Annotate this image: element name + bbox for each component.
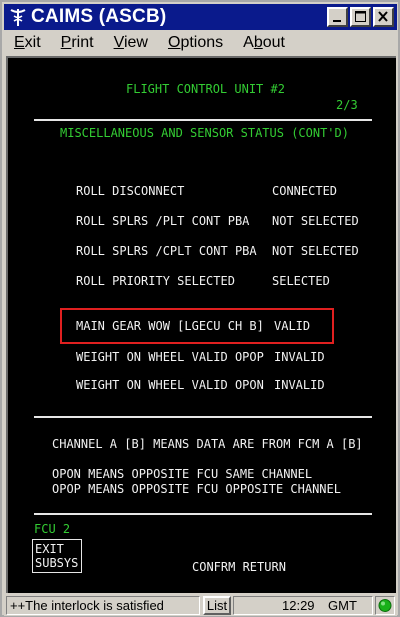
minimize-button[interactable] <box>327 7 348 27</box>
clock-timezone: GMT <box>328 598 357 613</box>
exit-subsys-button[interactable]: EXIT SUBSYS <box>32 539 82 573</box>
row-label: ROLL SPLRS /PLT CONT PBA <box>76 214 250 228</box>
clock-panel: 12:29 GMT <box>233 596 373 615</box>
caduceus-icon <box>7 6 29 28</box>
row-label: ROLL PRIORITY SELECTED <box>76 274 235 288</box>
window-title: CAIMS (ASCB) <box>31 6 167 27</box>
title-bar: CAIMS (ASCB) <box>4 4 397 30</box>
row-value: NOT SELECTED <box>272 214 359 228</box>
menu-bar: Exit Print View Options About <box>4 30 397 56</box>
maximize-button[interactable] <box>350 7 371 27</box>
row-value: INVALID <box>274 378 325 392</box>
display-screen: FLIGHT CONTROL UNIT #2 2/3 MISCELLANEOUS… <box>6 56 396 593</box>
menu-exit[interactable]: Exit <box>14 34 41 52</box>
fcu-label: FCU 2 <box>34 522 71 536</box>
row-label: ROLL DISCONNECT <box>76 184 185 198</box>
row-label: WEIGHT ON WHEEL VALID OPOP <box>76 350 264 364</box>
row-value: NOT SELECTED <box>272 244 359 258</box>
menu-view[interactable]: View <box>114 34 148 52</box>
menu-options[interactable]: Options <box>168 34 223 52</box>
subsys-label: SUBSYS <box>35 556 79 570</box>
close-button[interactable] <box>373 7 394 27</box>
menu-about[interactable]: About <box>243 34 285 52</box>
list-button[interactable]: List <box>203 596 231 615</box>
row-value: SELECTED <box>272 274 330 288</box>
status-indicator <box>375 596 395 615</box>
highlight-row-value: VALID <box>274 319 311 333</box>
row-label: WEIGHT ON WHEEL VALID OPON <box>76 378 264 392</box>
note-line: CHANNEL A [B] MEANS DATA ARE FROM FCM A … <box>52 437 363 451</box>
row-value: CONNECTED <box>272 184 338 198</box>
clock-time: 12:29 <box>282 598 315 613</box>
status-led-icon <box>378 599 392 612</box>
page-title: FLIGHT CONTROL UNIT #2 <box>126 82 285 96</box>
exit-label: EXIT <box>35 542 64 556</box>
caims-window: CAIMS (ASCB) Exit Print View Options Abo… <box>0 0 400 617</box>
confirm-return-button[interactable]: CONFRM RETURN <box>192 560 286 574</box>
row-value: INVALID <box>274 350 325 364</box>
note-line: OPOP MEANS OPPOSITE FCU OPPOSITE CHANNEL <box>52 482 341 496</box>
row-label: ROLL SPLRS /CPLT CONT PBA <box>76 244 257 258</box>
minimize-icon <box>333 20 341 22</box>
divider-bottom <box>34 513 372 515</box>
divider-middle <box>34 416 372 418</box>
menu-print[interactable]: Print <box>61 34 94 52</box>
maximize-icon <box>355 11 366 22</box>
section-subtitle: MISCELLANEOUS AND SENSOR STATUS (CONT'D) <box>60 126 349 140</box>
highlight-row-label: MAIN GEAR WOW [LGECU CH B] <box>76 319 264 333</box>
note-line: OPON MEANS OPPOSITE FCU SAME CHANNEL <box>52 467 313 481</box>
status-message: ++The interlock is satisfied <box>6 596 200 615</box>
page-number: 2/3 <box>336 98 358 112</box>
close-icon <box>378 11 388 22</box>
divider-top <box>34 119 372 121</box>
status-bar: ++The interlock is satisfied List 12:29 … <box>4 594 397 616</box>
